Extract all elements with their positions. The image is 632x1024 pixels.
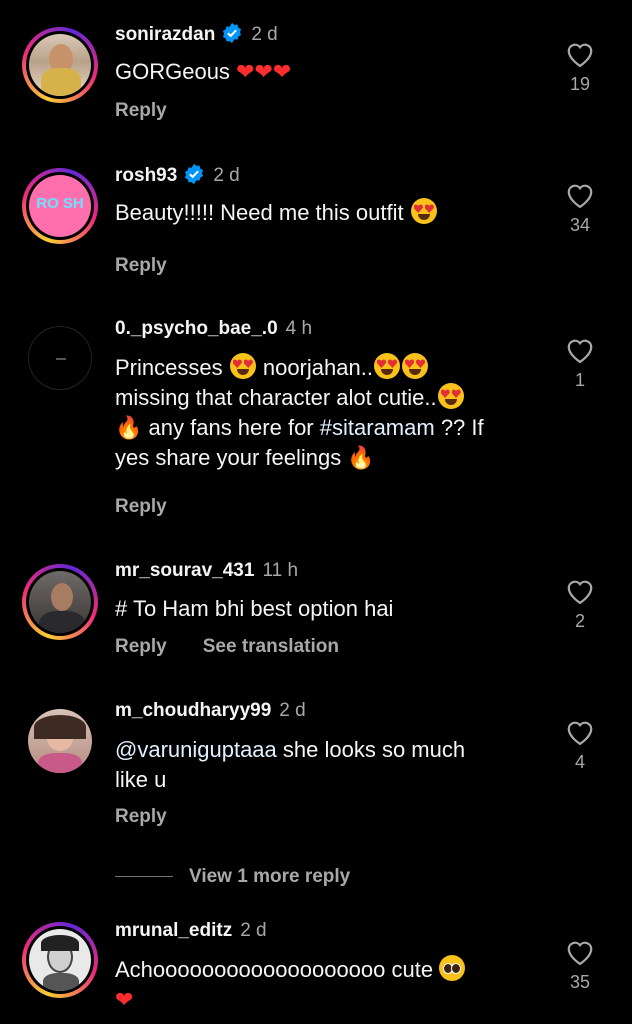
avatar[interactable]: [28, 709, 92, 773]
fire-emoji-icon: 🔥: [347, 445, 375, 470]
avatar[interactable]: RO SH: [22, 168, 98, 244]
heart-outline-icon: [567, 721, 593, 746]
like-count: 1: [574, 370, 585, 390]
avatar[interactable]: [22, 922, 98, 998]
comment-time: 2 d: [279, 700, 306, 721]
comment-text: ?? If: [440, 415, 484, 440]
verified-badge-icon: [185, 163, 204, 185]
like-count: 35: [569, 972, 591, 992]
comment-text: yes share your feelings: [115, 445, 342, 470]
red-heart-icon: ❤❤❤: [236, 59, 292, 84]
view-more-replies-button[interactable]: View 1 more reply: [115, 866, 350, 888]
heart-outline-icon: [567, 580, 593, 605]
heart-outline-icon: [567, 184, 593, 209]
heart-outline-icon: [567, 43, 593, 68]
comment-time: 2 d: [213, 165, 240, 186]
heart-eyes-emoji-icon: [229, 353, 256, 379]
heart-eyes-emoji-icon: [410, 198, 437, 224]
avatar-text: RO SH: [36, 195, 84, 212]
like-count: 19: [569, 74, 591, 94]
red-heart-icon: ❤: [115, 987, 134, 1012]
reply-button[interactable]: Reply: [115, 636, 167, 657]
like-button[interactable]: 35: [560, 938, 600, 993]
comment-text: she looks so much: [282, 737, 466, 762]
pleading-face-emoji-icon: [439, 955, 466, 981]
like-count: 2: [574, 611, 585, 631]
avatar[interactable]: [22, 27, 98, 103]
reply-button[interactable]: Reply: [115, 100, 167, 121]
hashtag-link[interactable]: #sitaramam: [320, 415, 435, 440]
reply-button[interactable]: Reply: [115, 255, 167, 276]
comment-username[interactable]: m_choudharyy99: [115, 700, 271, 721]
view-more-label: View 1 more reply: [189, 866, 351, 887]
comment-username[interactable]: 0._psycho_bae_.0: [115, 318, 278, 339]
comment-time: 2 d: [240, 920, 267, 941]
like-button[interactable]: 34: [560, 181, 600, 236]
like-button[interactable]: 4: [560, 718, 600, 773]
comment-text: Beauty!!!!! Need me this outfit: [115, 200, 404, 225]
divider: [115, 876, 173, 878]
comment-username[interactable]: sonirazdan: [115, 24, 215, 45]
comment-username[interactable]: mrunal_editz: [115, 920, 232, 941]
comment-username[interactable]: rosh93: [115, 165, 177, 186]
like-count: 4: [574, 752, 585, 772]
verified-badge-icon: [223, 22, 242, 44]
comment-time: 2 d: [251, 24, 278, 45]
like-button[interactable]: 2: [560, 577, 600, 632]
mention-link[interactable]: @varuniguptaaa: [115, 737, 277, 762]
heart-eyes-emoji-icon: [401, 353, 428, 379]
heart-eyes-emoji-icon: [437, 383, 464, 409]
avatar[interactable]: [22, 564, 98, 640]
heart-outline-icon: [567, 941, 593, 966]
comment-text: Princesses: [115, 355, 223, 380]
like-button[interactable]: 1: [560, 336, 600, 391]
like-count: 34: [569, 215, 591, 235]
comment-username[interactable]: mr_sourav_431: [115, 560, 254, 581]
comment-text: any fans here for: [148, 415, 314, 440]
reply-button[interactable]: Reply: [115, 806, 167, 827]
heart-eyes-emoji-icon: [373, 353, 400, 379]
comment-text: noorjahan..: [262, 355, 373, 380]
comment-text: GORGeous: [115, 59, 230, 84]
comment-text: # To Ham bhi best option hai: [115, 596, 394, 621]
avatar[interactable]: [28, 326, 92, 390]
comment-time: 4 h: [285, 318, 313, 339]
comment-text: Achooooooooooooooooooo cute: [115, 957, 434, 982]
comment-time: 11 h: [262, 560, 299, 581]
heart-outline-icon: [567, 339, 593, 364]
fire-emoji-icon: 🔥: [115, 415, 143, 440]
see-translation-button[interactable]: See translation: [203, 636, 339, 657]
comment-text: missing that character alot cutie..: [115, 385, 437, 410]
like-button[interactable]: 19: [560, 40, 600, 95]
comment-text: like u: [115, 767, 167, 792]
reply-button[interactable]: Reply: [115, 496, 167, 517]
